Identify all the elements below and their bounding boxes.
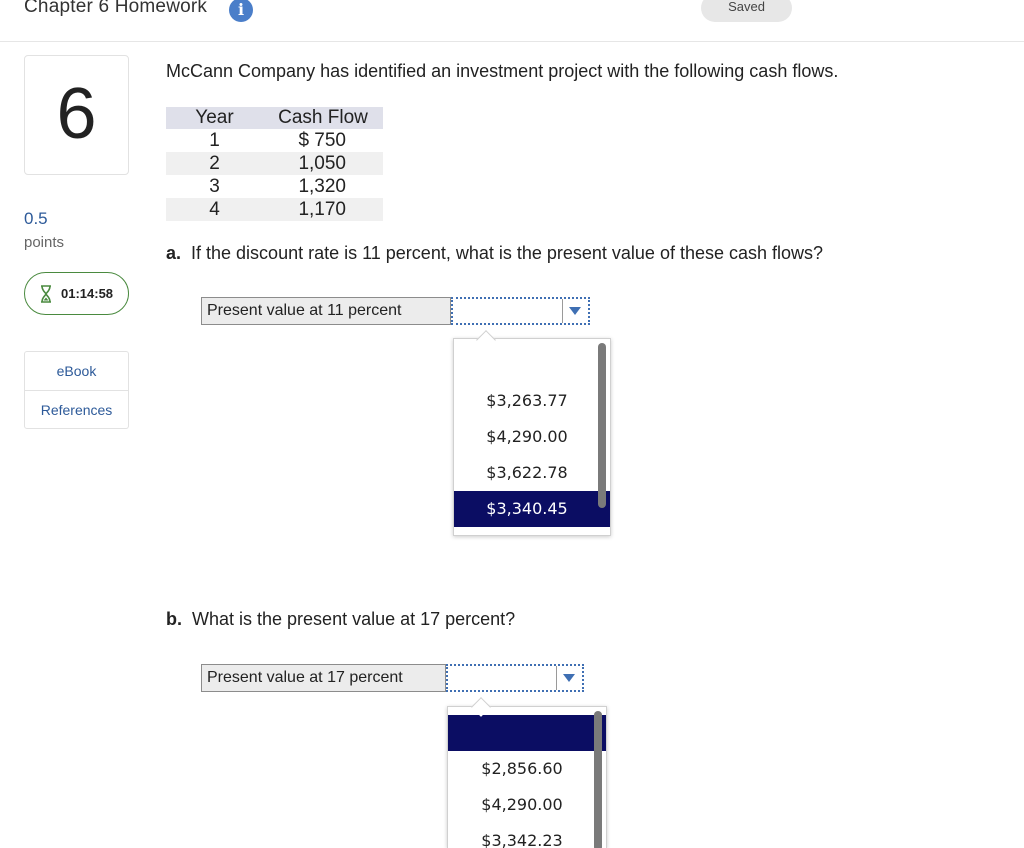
dropdown-toggle[interactable] xyxy=(562,299,588,323)
year-cell: 2 xyxy=(166,152,263,175)
points-label: points xyxy=(24,234,65,251)
part-a-question: a. If the discount rate is 11 percent, wh… xyxy=(166,243,823,264)
option-item[interactable]: $4,290.00 xyxy=(454,419,610,455)
option-item[interactable]: $4,290.00 xyxy=(448,787,606,823)
scrollbar[interactable] xyxy=(594,711,602,848)
points-value: 0.5 xyxy=(24,209,48,228)
option-item-highlighted[interactable] xyxy=(448,715,606,751)
cash-flow-cell: $ 750 xyxy=(298,130,346,151)
year-cell: 1 xyxy=(209,130,220,151)
part-a-answer-label: Present value at 11 percent xyxy=(201,297,451,325)
year-cell: 4 xyxy=(166,198,263,221)
info-icon[interactable]: i xyxy=(229,0,253,22)
resource-links: eBook References xyxy=(24,351,129,429)
cash-flow-table: Year Cash Flow 1 $ 750 2 1,050 3 1,320 4… xyxy=(166,107,383,221)
table-header-row: Year Cash Flow xyxy=(166,107,383,129)
year-cell: 3 xyxy=(209,176,220,197)
page-header: Chapter 6 Homework i Saved xyxy=(0,0,1024,42)
part-b-answer-label: Present value at 17 percent xyxy=(201,664,446,692)
table-row: 4 1,170 xyxy=(166,198,383,221)
part-b-options-list[interactable]: $2,856.60 $4,290.00 $3,342.23 xyxy=(447,706,607,848)
question-intro: McCann Company has identified an investm… xyxy=(166,61,839,81)
part-b-text: What is the present value at 17 percent? xyxy=(192,609,516,629)
question-number: 6 xyxy=(56,74,97,154)
table-row: 2 1,050 xyxy=(166,152,383,175)
part-b-question: b. What is the present value at 17 percen… xyxy=(166,609,515,630)
timer: 01:14:58 xyxy=(24,272,129,315)
dropdown-toggle[interactable] xyxy=(556,666,582,690)
ebook-link[interactable]: eBook xyxy=(25,352,128,390)
part-b-answer-select[interactable] xyxy=(446,664,584,692)
year-header: Year xyxy=(166,107,263,129)
table-row: 1 $ 750 xyxy=(166,129,383,152)
option-item[interactable]: $3,342.23 xyxy=(448,823,606,848)
cash-flow-cell: 1,170 xyxy=(263,198,383,221)
cash-flow-cell: 1,050 xyxy=(263,152,383,175)
part-a-answer-select[interactable] xyxy=(451,297,590,325)
part-a-dropdown-pointer xyxy=(476,330,496,350)
table-row: 3 1,320 xyxy=(166,175,383,198)
timer-text: 01:14:58 xyxy=(61,286,114,301)
hourglass-icon xyxy=(41,284,51,303)
cash-flow-header: Cash Flow xyxy=(263,107,383,129)
chevron-down-icon xyxy=(563,674,575,682)
part-a-letter: a. xyxy=(166,243,182,263)
option-item[interactable]: $2,856.60 xyxy=(448,751,606,787)
part-b-dropdown-pointer xyxy=(471,697,491,717)
scrollbar[interactable] xyxy=(598,343,606,508)
part-b-letter: b. xyxy=(166,609,182,629)
option-item-highlighted[interactable]: $3,340.45 xyxy=(454,491,610,527)
chevron-down-icon xyxy=(569,307,581,315)
question-number-box: 6 xyxy=(24,55,129,175)
part-a-options-list[interactable]: $3,263.77 $4,290.00 $3,622.78 $3,340.45 xyxy=(453,338,611,536)
option-item[interactable]: $3,622.78 xyxy=(454,455,610,491)
part-a-text: If the discount rate is 11 percent, what… xyxy=(191,243,824,263)
cash-flow-cell: 1,320 xyxy=(298,176,346,197)
option-item[interactable]: $3,263.77 xyxy=(454,383,610,419)
saved-status-badge: Saved xyxy=(701,0,792,22)
page-title: Chapter 6 Homework xyxy=(24,0,208,17)
references-link[interactable]: References xyxy=(25,390,128,428)
